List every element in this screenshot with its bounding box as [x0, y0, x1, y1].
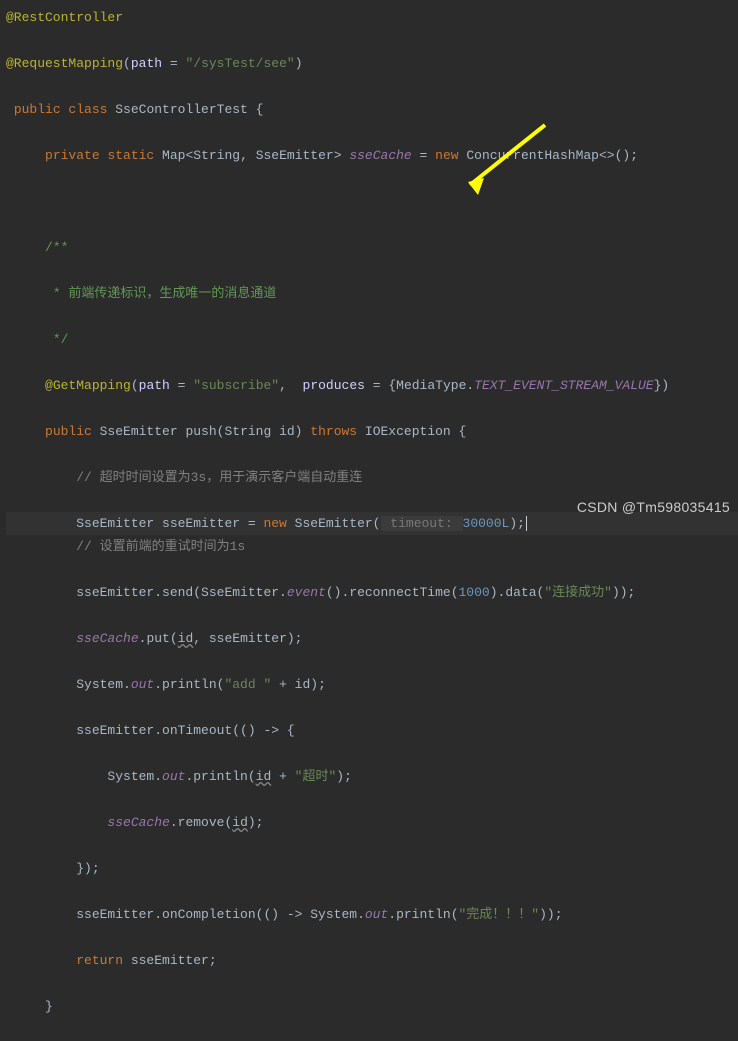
text: ).data( — [490, 585, 545, 600]
string: "完成！！！" — [459, 907, 540, 922]
text: }); — [76, 861, 99, 876]
string: "add " — [224, 677, 271, 692]
params: (String id) — [217, 424, 311, 439]
keyword: public class — [14, 102, 115, 117]
text: .println( — [154, 677, 224, 692]
annotation: @RequestMapping — [6, 56, 123, 71]
javadoc: * 前端传递标识，生成唯一的消息通道 — [45, 286, 276, 301]
type: SseEmitter — [256, 148, 334, 163]
text: = — [162, 56, 185, 71]
anno-attr: produces — [303, 378, 365, 393]
text: } — [45, 999, 53, 1014]
text: = — [170, 378, 193, 393]
keyword: private static — [45, 148, 162, 163]
keyword: new — [263, 516, 294, 531]
caret — [526, 516, 527, 531]
keyword: throws — [310, 424, 365, 439]
text: + id); — [271, 677, 326, 692]
text: sseEmitter.send(SseEmitter. — [76, 585, 287, 600]
field-out: out — [162, 769, 185, 784]
ctor: SseEmitter( — [295, 516, 381, 531]
text: )); — [539, 907, 562, 922]
string: "超时" — [295, 769, 337, 784]
text: .println( — [185, 769, 255, 784]
number: 1000 — [459, 585, 490, 600]
annotation: @RestController — [6, 10, 123, 25]
watermark: CSDN @Tm598035415 — [577, 496, 730, 519]
code-editor[interactable]: @RestController @RequestMapping(path = "… — [0, 0, 738, 1041]
constant: TEXT_EVENT_STREAM_VALUE — [474, 378, 653, 393]
text: + — [271, 769, 294, 784]
comment: // 超时时间设置为3s，用于演示客户端自动重连 — [76, 470, 362, 485]
text: )); — [612, 585, 635, 600]
text: SseEmitter sseEmitter = — [76, 516, 263, 531]
method-name: push — [185, 424, 216, 439]
ctor: ConcurrentHashMap — [466, 148, 599, 163]
anno-attr: path — [131, 56, 162, 71]
type: SseEmitter — [100, 424, 186, 439]
keyword: new — [435, 148, 466, 163]
text: , — [240, 148, 256, 163]
text: ); — [248, 815, 264, 830]
text: sseEmitter; — [131, 953, 217, 968]
text: System. — [76, 677, 131, 692]
text: sseEmitter.onTimeout(() -> { — [76, 723, 294, 738]
keyword: return — [76, 953, 131, 968]
text: <>(); — [599, 148, 638, 163]
type: String — [193, 148, 240, 163]
text: System. — [107, 769, 162, 784]
comment: // 设置前端的重试时间为1s — [76, 539, 245, 554]
text: .remove( — [170, 815, 232, 830]
type: Map — [162, 148, 185, 163]
string: "连接成功" — [544, 585, 612, 600]
text: = — [412, 148, 435, 163]
field: sseCache — [107, 815, 169, 830]
keyword: public — [45, 424, 100, 439]
text: sseEmitter.onCompletion(() -> System. — [76, 907, 365, 922]
javadoc: /** — [45, 240, 68, 255]
text: ); — [509, 516, 525, 531]
text: IOException { — [365, 424, 466, 439]
text: .put( — [139, 631, 178, 646]
param-id: id — [178, 631, 194, 646]
field: sseCache — [76, 631, 138, 646]
inlay-hint: timeout: — [381, 516, 463, 531]
field-out: out — [365, 907, 388, 922]
text: , sseEmitter); — [193, 631, 302, 646]
class-name: SseControllerTest — [115, 102, 255, 117]
param-id: id — [232, 815, 248, 830]
text: ); — [336, 769, 352, 784]
text: .println( — [388, 907, 458, 922]
static-method: event — [287, 585, 326, 600]
annotation: @GetMapping — [45, 378, 131, 393]
field-out: out — [131, 677, 154, 692]
number: 30000L — [463, 516, 510, 531]
text: > — [334, 148, 350, 163]
anno-attr: path — [139, 378, 170, 393]
param-id: id — [256, 769, 272, 784]
javadoc: */ — [45, 332, 68, 347]
string: "subscribe" — [193, 378, 279, 393]
text: }) — [654, 378, 670, 393]
field: sseCache — [349, 148, 411, 163]
text: = { — [365, 378, 396, 393]
string: "/sysTest/see" — [185, 56, 294, 71]
text: ().reconnectTime( — [326, 585, 459, 600]
text: , — [279, 378, 302, 393]
text: MediaType. — [396, 378, 474, 393]
